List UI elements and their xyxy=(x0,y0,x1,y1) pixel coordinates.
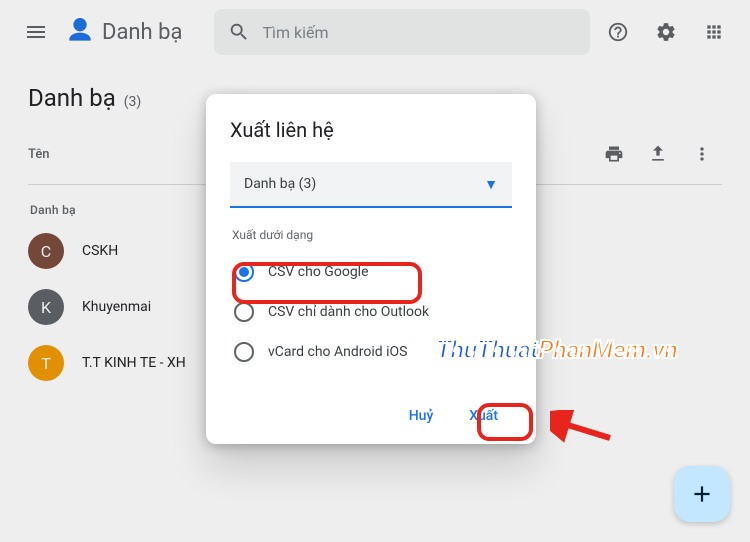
cancel-button[interactable]: Huỷ xyxy=(395,400,448,432)
export-confirm-button[interactable]: Xuất xyxy=(455,400,512,432)
radio-label: CSV chỉ dành cho Outlook xyxy=(268,304,429,320)
radio-icon xyxy=(234,342,254,362)
dialog-title: Xuất liên hệ xyxy=(230,118,512,142)
radio-option[interactable]: CSV cho Google xyxy=(230,252,512,292)
radio-label: CSV cho Google xyxy=(268,264,369,280)
add-contact-fab[interactable] xyxy=(674,466,730,522)
radio-group: CSV cho Google CSV chỉ dành cho Outlook vC… xyxy=(230,252,512,372)
plus-icon xyxy=(689,481,715,507)
radio-icon xyxy=(234,302,254,322)
radio-label: vCard cho Android iOS xyxy=(268,344,407,360)
export-dialog: Xuất liên hệ Danh bạ (3) ▼ Xuất dưới dạn… xyxy=(206,94,536,444)
chevron-down-icon: ▼ xyxy=(484,176,498,193)
format-label: Xuất dưới dạng xyxy=(232,228,512,242)
radio-icon xyxy=(234,262,254,282)
select-value: Danh bạ (3) xyxy=(244,176,316,192)
radio-option[interactable]: vCard cho Android iOS xyxy=(230,332,512,372)
radio-option[interactable]: CSV chỉ dành cho Outlook xyxy=(230,292,512,332)
dialog-actions: Huỷ Xuất xyxy=(230,400,512,432)
contacts-select[interactable]: Danh bạ (3) ▼ xyxy=(230,162,512,208)
